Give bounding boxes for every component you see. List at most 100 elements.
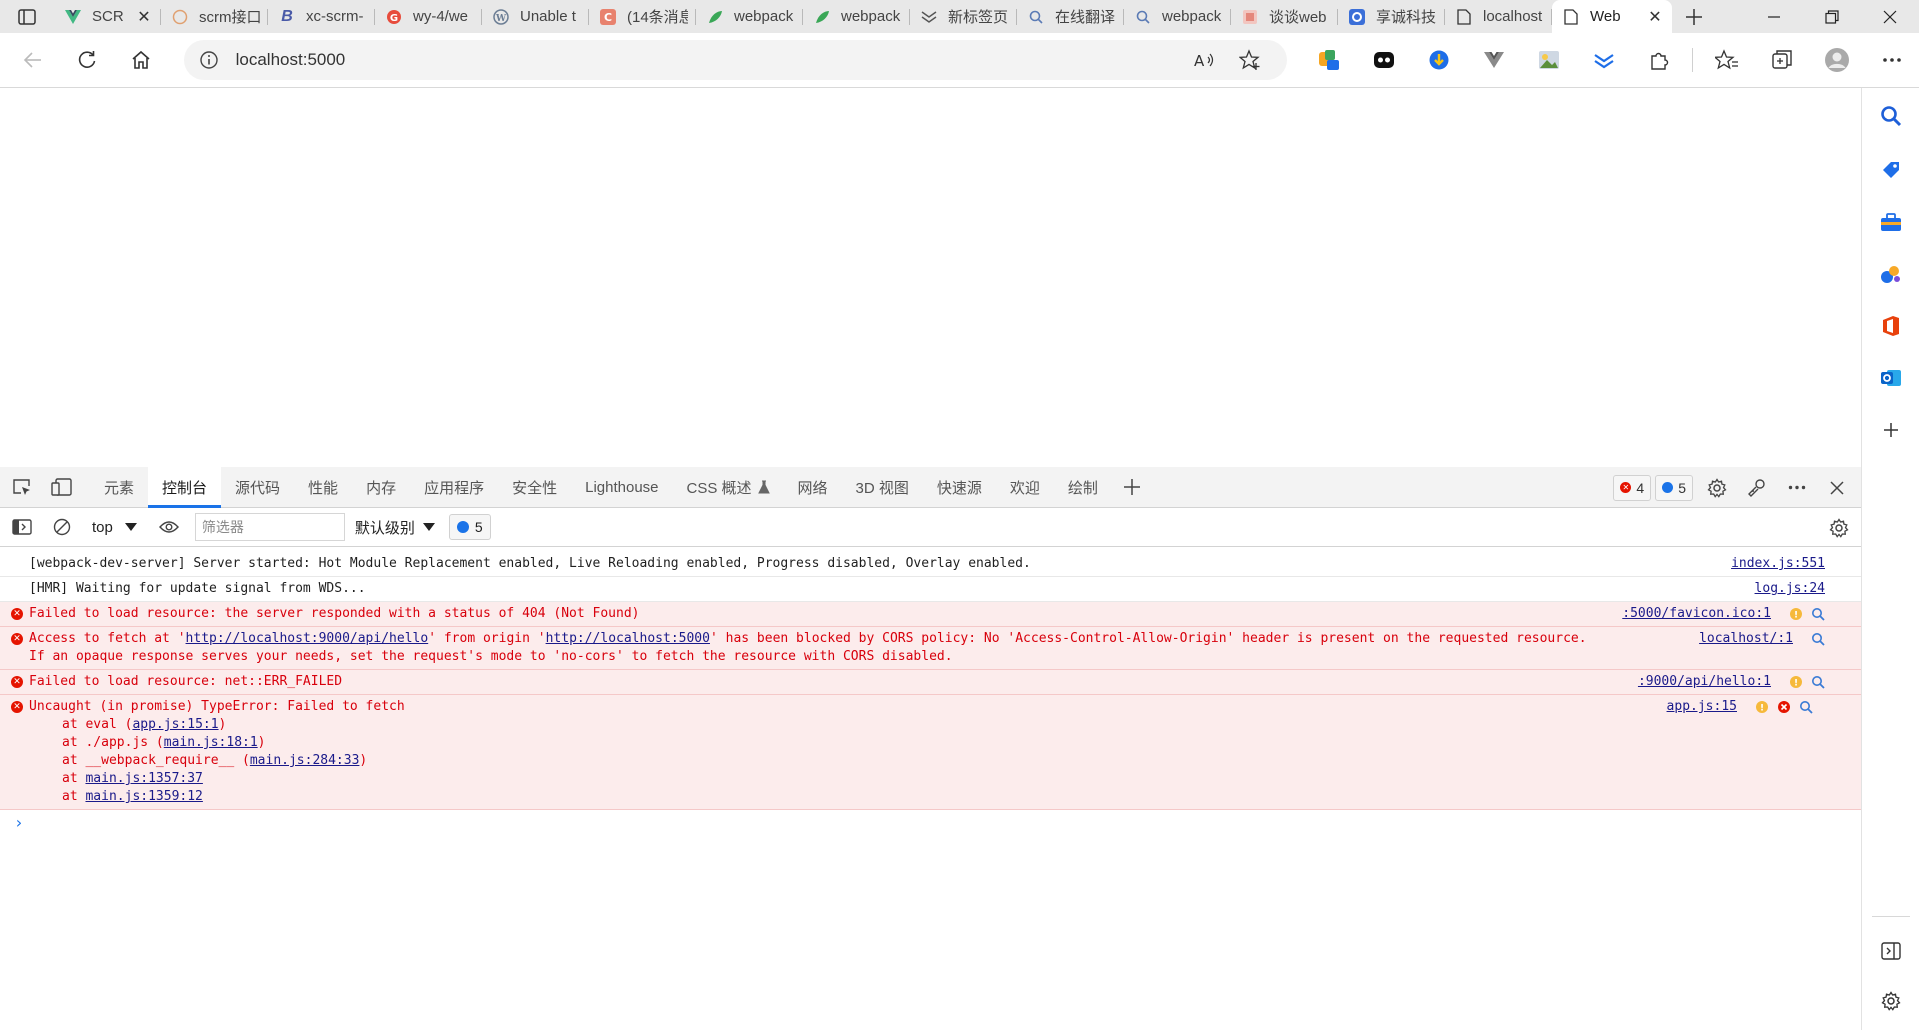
extension-dark-icon[interactable] [1356,40,1411,80]
close-window-button[interactable] [1861,0,1919,33]
sidebar-settings-button[interactable] [1862,981,1919,1021]
devtools-tab-quick-source[interactable]: 快速源 [923,467,996,508]
extension-image-icon[interactable] [1521,40,1576,80]
browser-tab[interactable]: 新标签页 [910,0,1017,33]
page-viewport[interactable] [0,89,1861,467]
add-favorite-icon[interactable] [1227,49,1273,71]
search-icon[interactable] [1811,607,1825,621]
address-bar[interactable]: localhost:5000 A [183,40,1288,80]
source-link[interactable]: :5000/favicon.ico:1 [1622,605,1771,623]
restore-button[interactable] [1803,0,1861,33]
devtools-tab-console[interactable]: 控制台 [148,466,222,508]
devtools-tab-css-overview[interactable]: CSS 概述 [673,467,784,508]
issue-count-badge[interactable]: 5 [1655,474,1693,501]
devtools-tab-memory[interactable]: 内存 [352,467,410,508]
clear-console-button[interactable] [42,507,82,548]
source-link[interactable]: index.js:551 [1731,555,1825,573]
search-icon[interactable] [1799,700,1813,714]
url-link[interactable]: http://localhost:9000/api/hello [186,631,429,646]
devtools-more-button[interactable] [1777,467,1817,508]
console-filter-input[interactable] [194,513,345,541]
stack-link[interactable]: main.js:1357:37 [85,771,202,786]
sidebar-add-button[interactable] [1862,410,1919,450]
browser-tab[interactable]: B xc-scrm- [268,0,375,33]
extension-colorful-icon[interactable] [1301,40,1356,80]
devtools-tab-security[interactable]: 安全性 [498,467,571,508]
stack-link[interactable]: main.js:284:33 [250,753,360,768]
source-link[interactable]: app.js:15 [1667,698,1737,716]
sidebar-tools-button[interactable] [1862,202,1919,242]
browser-tab[interactable]: C (14条消息 [589,0,696,33]
extension-layers-icon[interactable] [1576,40,1631,80]
devtools-tab-application[interactable]: 应用程序 [410,467,498,508]
devtools-tab-3d-view[interactable]: 3D 视图 [842,467,923,508]
browser-tab[interactable]: webpack [696,0,803,33]
issues-badge[interactable]: 5 [448,514,491,540]
close-tab-icon[interactable]: ✕ [1646,7,1664,27]
browser-tab[interactable]: webpack [1124,0,1231,33]
devtools-tab-performance[interactable]: 性能 [294,467,352,508]
devtools-tab-rendering[interactable]: 绘制 [1054,467,1112,508]
stack-link[interactable]: main.js:18:1 [164,735,258,750]
sidebar-shopping-button[interactable] [1862,150,1919,190]
browser-tab[interactable]: localhost [1445,0,1552,33]
context-selector[interactable]: top [86,514,143,540]
sidebar-outlook-button[interactable] [1862,358,1919,398]
site-info-icon[interactable] [198,49,220,71]
browser-tab[interactable]: 谈谈web [1231,0,1338,33]
hint-icon[interactable]: ! [1789,675,1803,689]
browser-tab[interactable]: scrm接口 [161,0,268,33]
vue-devtools-icon[interactable] [1466,40,1521,80]
error-count-badge[interactable]: ✕ 4 [1613,474,1652,501]
error-report-icon[interactable] [1777,700,1791,714]
collections-icon[interactable] [1754,40,1809,80]
browser-tab[interactable]: W Unable t [482,0,589,33]
source-link[interactable]: log.js:24 [1755,580,1825,598]
devtools-tab-lighthouse[interactable]: Lighthouse [571,467,672,508]
hint-icon[interactable]: ! [1755,700,1769,714]
more-menu-button[interactable] [1864,40,1919,80]
device-toolbar-button[interactable] [42,467,82,508]
url-link[interactable]: http://localhost:5000 [546,631,710,646]
browser-tab-active[interactable]: Web ✕ [1552,0,1672,33]
devtools-tab-sources[interactable]: 源代码 [221,467,294,508]
live-expression-button[interactable] [149,507,189,548]
stack-link[interactable]: app.js:15:1 [132,717,218,732]
sidebar-games-button[interactable] [1862,254,1919,294]
devtools-tab-network[interactable]: 网络 [784,467,842,508]
sidebar-search-button[interactable] [1862,96,1919,136]
source-link[interactable]: localhost/:1 [1699,630,1793,648]
new-tab-button[interactable] [1672,0,1716,33]
favorites-icon[interactable] [1699,40,1754,80]
download-extension-icon[interactable] [1411,40,1466,80]
source-link[interactable]: :9000/api/hello:1 [1638,673,1771,691]
browser-tab[interactable]: 享诚科技 [1338,0,1445,33]
browser-tab[interactable]: 在线翻译 [1017,0,1124,33]
read-aloud-icon[interactable]: A [1181,51,1227,69]
back-button[interactable] [6,40,60,80]
console-prompt[interactable]: › [0,810,1861,832]
show-sidebar-button[interactable] [2,507,42,548]
browser-tab[interactable]: G wy-4/we [375,0,482,33]
minimize-button[interactable] [1745,0,1803,33]
extensions-puzzle-icon[interactable] [1631,40,1686,80]
close-tab-icon[interactable]: ✕ [135,7,153,27]
close-devtools-button[interactable] [1817,467,1857,508]
sidebar-hide-button[interactable] [1862,931,1919,971]
feedback-button[interactable] [1737,467,1777,508]
search-icon[interactable] [1811,675,1825,689]
log-level-selector[interactable]: 默认级别 [355,517,435,538]
inspect-element-button[interactable] [2,467,42,508]
sidebar-office-button[interactable] [1862,306,1919,346]
tab-actions-button[interactable] [0,0,54,33]
more-tabs-button[interactable] [1112,467,1152,508]
console-settings-button[interactable] [1819,508,1859,547]
browser-tab[interactable]: webpack [803,0,910,33]
devtools-tab-welcome[interactable]: 欢迎 [996,467,1054,508]
devtools-tab-elements[interactable]: 元素 [90,467,148,508]
devtools-settings-button[interactable] [1697,467,1737,508]
url-text[interactable]: localhost:5000 [236,50,1181,70]
refresh-button[interactable] [60,40,114,80]
home-button[interactable] [114,40,168,80]
browser-tab[interactable]: SCR ✕ [54,0,161,33]
